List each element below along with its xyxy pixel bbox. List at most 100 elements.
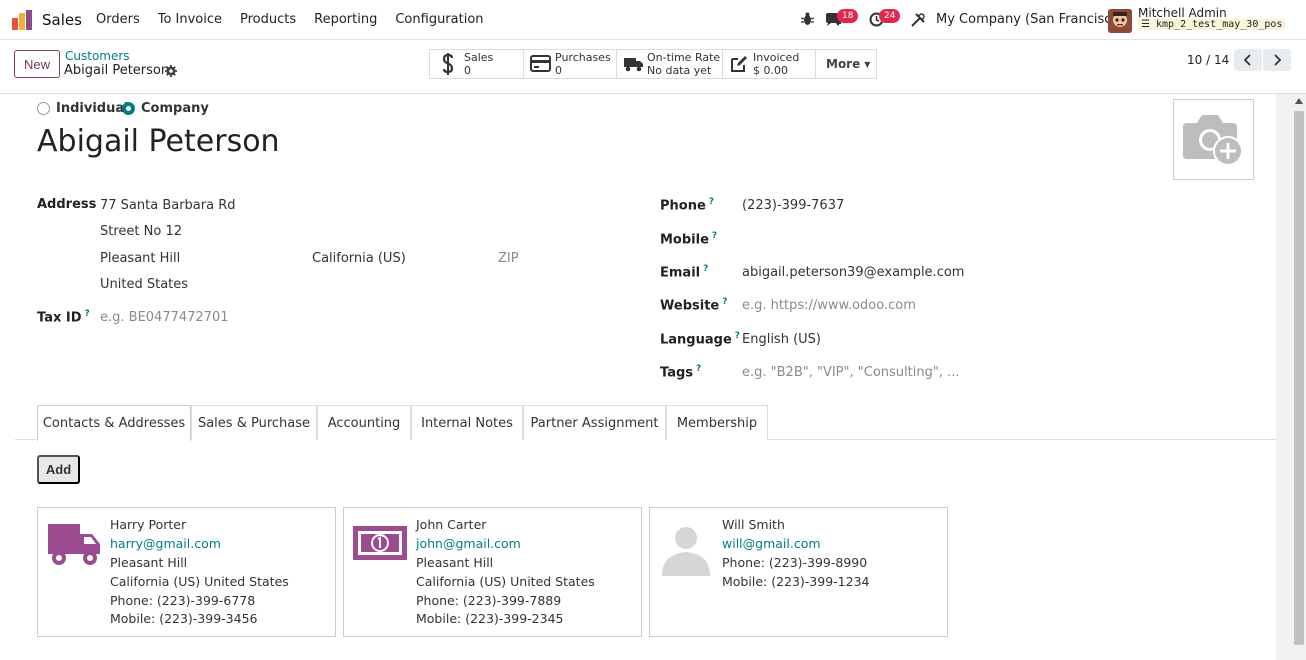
phone-field[interactable]: (223)-399-7637 xyxy=(742,198,844,213)
language-field[interactable]: English (US) xyxy=(742,332,821,347)
contact-email[interactable]: harry@gmail.com xyxy=(110,536,221,551)
tab-membership[interactable]: Membership xyxy=(666,405,768,440)
purchases-stat-button[interactable]: Purchases 0 xyxy=(524,50,617,78)
contact-email[interactable]: john@gmail.com xyxy=(416,536,521,551)
website-label: Website? xyxy=(660,297,727,313)
state-field[interactable]: California (US) xyxy=(312,251,406,266)
tags-help[interactable]: ? xyxy=(696,364,701,374)
contact-name: Will Smith xyxy=(722,517,785,532)
tax-id-field[interactable]: e.g. BE0477472701 xyxy=(100,310,229,325)
camera-plus-icon xyxy=(1183,115,1243,166)
zip-field[interactable]: ZIP xyxy=(498,251,519,266)
notebook-tabs: Contacts & Addresses Sales & Purchase Ac… xyxy=(15,405,1276,441)
tags-label-text: Tags xyxy=(660,365,694,381)
language-label-text: Language xyxy=(660,332,732,348)
mobile-help[interactable]: ? xyxy=(712,231,717,241)
mobile-label: Mobile? xyxy=(660,231,717,247)
on-time-rate-label: On-time Rate xyxy=(647,51,721,64)
invoiced-stat-button[interactable]: Invoiced $ 0.00 xyxy=(723,50,816,78)
image-upload[interactable] xyxy=(1173,99,1254,180)
individual-radio-label[interactable]: Individual xyxy=(56,101,129,116)
website-field[interactable]: e.g. https://www.odoo.com xyxy=(742,298,916,313)
country-field[interactable]: United States xyxy=(100,277,188,292)
purchases-stat-value: 0 xyxy=(555,64,562,77)
address-label: Address xyxy=(37,197,97,212)
tab-partner-assignment[interactable]: Partner Assignment xyxy=(523,405,666,440)
mobile-label-text: Mobile xyxy=(660,232,709,248)
app-name[interactable]: Sales xyxy=(42,11,82,29)
tab-sales-purchase[interactable]: Sales & Purchase xyxy=(191,405,317,440)
tax-id-help[interactable]: ? xyxy=(85,309,90,319)
contact-name: Harry Porter xyxy=(110,517,187,532)
pager-value[interactable]: 10 / 14 xyxy=(1187,53,1229,67)
tags-field[interactable]: e.g. "B2B", "VIP", "Consulting", ... xyxy=(742,365,959,380)
individual-radio[interactable] xyxy=(37,102,50,115)
caret-down-icon: ▼ xyxy=(864,59,871,69)
add-contact-button[interactable]: Add xyxy=(37,455,80,484)
contact-phone: Phone: (223)-399-8990 xyxy=(722,555,868,570)
top-navbar: Sales Orders To Invoice Products Reporti… xyxy=(0,0,1306,40)
street-field[interactable]: 77 Santa Barbara Rd xyxy=(100,198,236,213)
breadcrumb-current: Abigail Peterson xyxy=(64,63,170,78)
credit-card-icon xyxy=(530,55,551,72)
email-label: Email? xyxy=(660,264,708,280)
contact-mobile: Mobile: (223)-399-2345 xyxy=(416,611,564,626)
edit-invoice-icon xyxy=(731,56,747,72)
tab-accounting[interactable]: Accounting xyxy=(317,405,411,440)
breadcrumb-customers[interactable]: Customers xyxy=(65,49,130,63)
money-icon xyxy=(353,526,407,560)
email-help[interactable]: ? xyxy=(703,264,708,274)
contact-card[interactable]: John Carter john@gmail.com Pleasant Hill… xyxy=(343,507,642,637)
truck-icon xyxy=(624,58,643,72)
user-name[interactable]: Mitchell Admin xyxy=(1138,6,1227,20)
company-switcher[interactable]: My Company (San Francisco) xyxy=(936,12,1124,27)
contact-region: California (US) United States xyxy=(416,574,595,589)
tools-icon[interactable] xyxy=(911,13,925,27)
contact-mobile: Mobile: (223)-399-3456 xyxy=(110,611,258,626)
menu-reporting[interactable]: Reporting xyxy=(314,12,377,27)
email-field[interactable]: abigail.peterson39@example.com xyxy=(742,265,964,280)
mobile-field[interactable] xyxy=(742,231,942,247)
menu-configuration[interactable]: Configuration xyxy=(395,12,483,27)
gear-icon[interactable] xyxy=(165,65,177,77)
user-avatar[interactable] xyxy=(1108,9,1132,33)
pager-previous-button[interactable] xyxy=(1234,49,1262,71)
scrollbar-thumb[interactable] xyxy=(1294,111,1304,645)
pager-next-button[interactable] xyxy=(1263,49,1291,71)
language-label: Language? xyxy=(660,331,740,347)
user-avatar-image xyxy=(1108,9,1132,33)
on-time-rate-stat-button[interactable]: On-time Rate No data yet xyxy=(617,50,723,78)
menu-to-invoice[interactable]: To Invoice xyxy=(158,12,222,27)
sales-stat-button[interactable]: Sales 0 xyxy=(430,50,524,78)
phone-label: Phone? xyxy=(660,197,714,213)
language-help[interactable]: ? xyxy=(735,331,740,341)
scroll-up-arrow-icon[interactable] xyxy=(1295,98,1303,104)
activities-badge: 24 xyxy=(879,9,901,23)
company-radio[interactable] xyxy=(122,102,135,115)
contact-city: Pleasant Hill xyxy=(416,555,494,570)
tax-id-label-text: Tax ID xyxy=(37,310,82,326)
new-button[interactable]: New xyxy=(14,50,60,78)
street2-field[interactable]: Street No 12 xyxy=(100,224,182,239)
tab-contacts-addresses[interactable]: Contacts & Addresses xyxy=(37,405,191,441)
company-radio-label[interactable]: Company xyxy=(141,101,209,116)
more-button[interactable]: More ▼ xyxy=(816,50,876,78)
person-placeholder-icon xyxy=(662,527,710,576)
more-label: More xyxy=(826,57,861,71)
partner-name-field[interactable]: Abigail Peterson xyxy=(37,124,280,159)
phone-help[interactable]: ? xyxy=(709,197,714,207)
bug-icon[interactable] xyxy=(801,12,814,26)
menu-orders[interactable]: Orders xyxy=(96,12,140,27)
contact-region: California (US) United States xyxy=(110,574,289,589)
database-icon: ☰ xyxy=(1141,19,1150,30)
city-field[interactable]: Pleasant Hill xyxy=(100,251,180,266)
contact-email[interactable]: will@gmail.com xyxy=(722,536,821,551)
tax-id-label: Tax ID? xyxy=(37,309,90,325)
sales-app-icon[interactable] xyxy=(12,10,34,30)
menu-products[interactable]: Products xyxy=(240,12,296,27)
database-name: ☰ kmp_2_test_may_30_pos xyxy=(1138,19,1286,30)
tab-internal-notes[interactable]: Internal Notes xyxy=(411,405,523,440)
website-help[interactable]: ? xyxy=(722,297,727,307)
contact-card[interactable]: Will Smith will@gmail.com Phone: (223)-3… xyxy=(649,507,948,637)
contact-card[interactable]: Harry Porter harry@gmail.com Pleasant Hi… xyxy=(37,507,336,637)
